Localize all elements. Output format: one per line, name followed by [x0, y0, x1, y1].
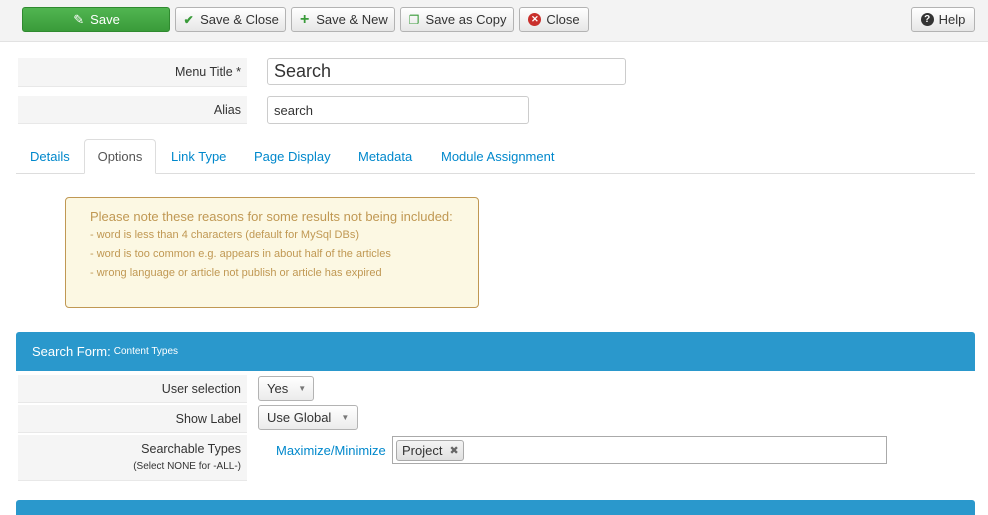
searchable-types-label-cell: Searchable Types (Select NONE for -ALL-)	[18, 435, 247, 481]
alias-input[interactable]	[274, 102, 528, 118]
tab-metadata[interactable]: Metadata	[358, 139, 412, 174]
caret-down-icon: ▼	[298, 384, 307, 393]
toolbar: ✎ Save ✔ Save & Close + Save & New ❐ Sav…	[0, 0, 988, 42]
show-label-select[interactable]: Use Global ▼	[258, 405, 358, 430]
notice-line: - word is less than 4 characters (defaul…	[90, 229, 359, 241]
save-button-label: Save	[90, 12, 120, 27]
save-new-button-label: Save & New	[316, 12, 388, 27]
tab-page-display[interactable]: Page Display	[254, 139, 331, 174]
menu-title-input[interactable]	[274, 61, 625, 82]
tab-link-type[interactable]: Link Type	[171, 139, 226, 174]
close-button-label: Close	[546, 12, 580, 27]
copy-icon: ❐	[408, 12, 420, 27]
help-button-label: Help	[938, 12, 966, 27]
notice-headline: Please note these reasons for some resul…	[90, 209, 453, 224]
search-form-section-header: Search Form: Content Types	[16, 332, 975, 371]
save-copy-button-label: Save as Copy	[425, 12, 507, 27]
close-button[interactable]: ✕ Close	[519, 7, 589, 32]
menu-title-field[interactable]	[267, 58, 626, 85]
searchable-types-multiselect[interactable]: Project ✖	[392, 436, 887, 464]
searchable-types-label: Searchable Types	[141, 442, 241, 456]
alias-label: Alias	[18, 96, 247, 124]
question-icon: ?	[920, 13, 934, 26]
section-subtitle: Content Types	[113, 346, 179, 357]
selected-type-chip: Project ✖	[396, 439, 464, 461]
save-close-button-label: Save & Close	[200, 12, 279, 27]
check-icon: ✔	[183, 12, 194, 27]
close-icon: ✕	[528, 13, 542, 26]
remove-chip-icon[interactable]: ✖	[449, 444, 458, 457]
caret-down-icon: ▼	[341, 413, 350, 422]
save-button[interactable]: ✎ Save	[22, 7, 170, 32]
tab-details[interactable]: Details	[30, 139, 70, 174]
user-selection-select[interactable]: Yes ▼	[258, 376, 314, 401]
edit-icon: ✎	[73, 12, 85, 27]
notice-line: - word is too common e.g. appears in abo…	[90, 248, 391, 260]
tab-options[interactable]: Options	[84, 139, 156, 174]
plus-icon: +	[300, 10, 310, 28]
show-label-label: Show Label	[18, 405, 247, 433]
user-selection-label: User selection	[18, 375, 247, 403]
save-copy-button[interactable]: ❐ Save as Copy	[400, 7, 514, 32]
next-section-header	[16, 500, 975, 515]
save-close-button[interactable]: ✔ Save & Close	[175, 7, 286, 32]
help-button[interactable]: ? Help	[911, 7, 975, 32]
show-label-value: Use Global	[267, 410, 332, 425]
alias-field[interactable]	[267, 96, 529, 124]
user-selection-value: Yes	[267, 381, 289, 396]
maximize-minimize-link[interactable]: Maximize/Minimize	[276, 443, 386, 458]
notice-line: - wrong language or article not publish …	[90, 267, 382, 279]
section-title: Search Form:	[32, 344, 111, 359]
search-notice: Please note these reasons for some resul…	[65, 197, 479, 308]
menu-title-label: Menu Title *	[18, 58, 247, 87]
chip-label: Project	[402, 442, 443, 458]
save-new-button[interactable]: + Save & New	[291, 7, 395, 32]
tab-module-assignment[interactable]: Module Assignment	[441, 139, 554, 174]
searchable-types-hint: (Select NONE for -ALL-)	[133, 461, 241, 472]
